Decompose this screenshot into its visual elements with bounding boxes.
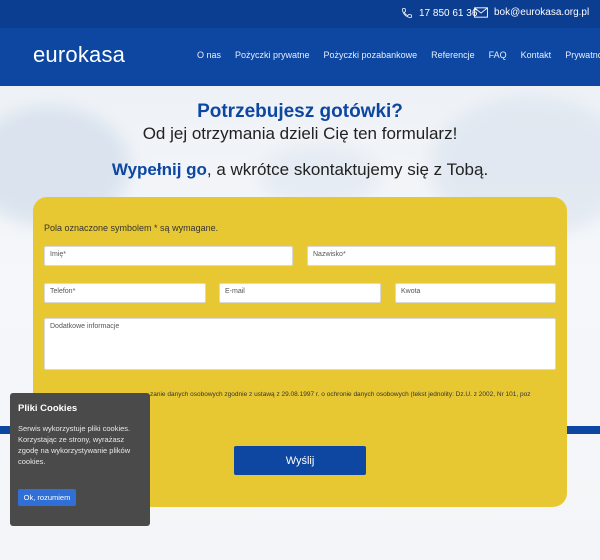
email-field[interactable]: E-mail — [219, 283, 381, 303]
hero-cta-bold: Wypełnij go — [111, 160, 207, 179]
required-fields-note: Pola oznaczone symbolem * są wymagane. — [44, 223, 219, 233]
envelope-icon — [474, 7, 488, 18]
nav-item-o-nas[interactable]: O nas — [197, 50, 221, 60]
nav-item-pozyczki-prywatne[interactable]: Pożyczki prywatne — [235, 50, 310, 60]
hero-cta-rest: , a wkrótce skontaktujemy się z Tobą. — [206, 160, 489, 179]
last-name-field[interactable]: Nazwisko* — [307, 246, 556, 266]
main-nav: O nas Pożyczki prywatne Pożyczki pozaban… — [197, 50, 600, 60]
phone-contact[interactable]: 17 850 61 36 — [401, 7, 477, 19]
submit-button[interactable]: Wyślij — [234, 446, 366, 475]
phone-icon — [401, 7, 413, 19]
nav-item-faq[interactable]: FAQ — [489, 50, 507, 60]
consent-text: zanie danych osobowych zgodnie z ustawą … — [150, 391, 531, 398]
amount-placeholder: Kwota — [401, 288, 421, 295]
logo[interactable]: eurokasa — [33, 42, 125, 68]
nav-item-prywatnosc[interactable]: Prywatność — [565, 50, 600, 60]
additional-info-placeholder: Dodatkowe informacje — [50, 323, 120, 330]
hero-subheadline: Od jej otrzymania dzieli Cię ten formula… — [142, 124, 458, 143]
first-name-field[interactable]: Imię* — [44, 246, 293, 266]
cookie-banner: Pliki Cookies Serwis wykorzystuje pliki … — [10, 393, 150, 526]
nav-item-pozyczki-pozabankowe[interactable]: Pożyczki pozabankowe — [324, 50, 418, 60]
nav-item-kontakt[interactable]: Kontakt — [521, 50, 552, 60]
cookie-text: Serwis wykorzystuje pliki cookies. Korzy… — [18, 424, 131, 466]
hero-headline: Potrzebujesz gotówki? — [197, 101, 403, 122]
email-address: bok@eurokasa.org.pl — [494, 7, 590, 18]
hero-cta-text: Wypełnij go, a wkrótce skontaktujemy się… — [0, 160, 600, 180]
nav-item-referencje[interactable]: Referencje — [431, 50, 475, 60]
top-bar: 17 850 61 36 bok@eurokasa.org.pl — [0, 0, 600, 28]
cookie-title: Pliki Cookies — [18, 403, 78, 414]
phone-placeholder: Telefon* — [50, 288, 76, 295]
email-placeholder: E-mail — [225, 288, 245, 295]
main-navbar: eurokasa O nas Pożyczki prywatne Pożyczk… — [0, 28, 600, 86]
cookie-accept-button[interactable]: Ok, rozumiem — [18, 489, 76, 506]
additional-info-field[interactable]: Dodatkowe informacje — [44, 318, 556, 370]
phone-field[interactable]: Telefon* — [44, 283, 206, 303]
email-contact[interactable]: bok@eurokasa.org.pl — [474, 7, 589, 18]
last-name-placeholder: Nazwisko* — [313, 251, 346, 258]
first-name-placeholder: Imię* — [50, 251, 66, 258]
phone-number: 17 850 61 36 — [419, 7, 478, 19]
amount-field[interactable]: Kwota — [395, 283, 556, 303]
